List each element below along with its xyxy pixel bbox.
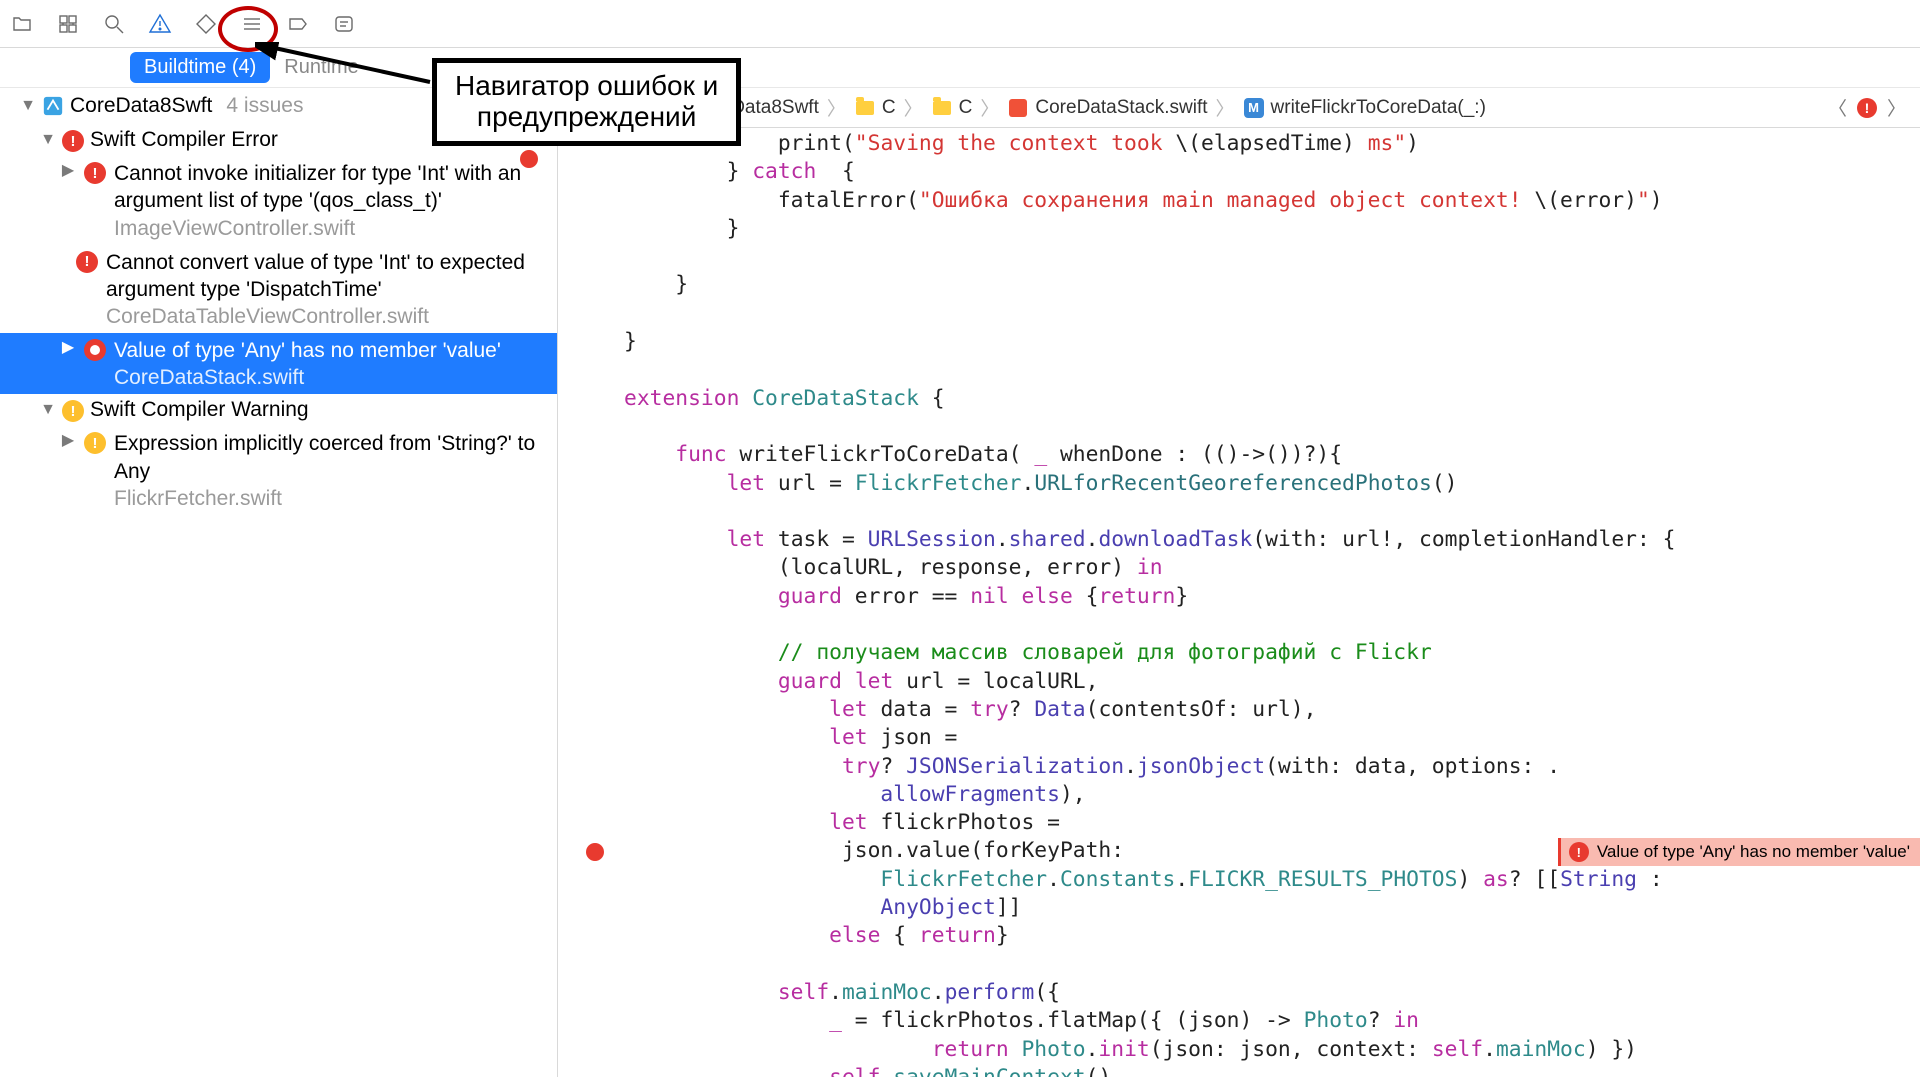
warning-icon: ! [62,400,84,422]
prev-issue-button[interactable]: 〈 [1824,94,1851,121]
xcode-project-icon [42,95,64,117]
gutter-error-dot[interactable] [586,843,604,861]
issue-row[interactable]: ▶ ! Cannot invoke initializer for type '… [0,156,557,245]
method-icon: M [1243,97,1265,119]
issue-file: CoreDataTableViewController.swift [106,305,549,329]
error-icon: ! [1569,842,1589,862]
source-control-nav-icon[interactable] [56,12,80,36]
scope-buildtime[interactable]: Buildtime (4) [130,52,270,83]
report-nav-icon[interactable] [332,12,356,36]
scope-runtime[interactable]: Runtime [284,56,358,79]
warning-group-title: Swift Compiler Warning [90,398,309,422]
issue-row[interactable]: ! Cannot convert value of type 'Int' to … [0,245,557,334]
error-icon: ! [76,251,98,273]
chevron-down-icon[interactable]: ▼ [20,97,36,115]
related-items-icon[interactable] [568,97,590,119]
project-icon [662,97,684,119]
debug-nav-icon[interactable] [240,12,264,36]
folder-icon [931,97,953,119]
jb-file[interactable]: CoreDataStack.swift [1035,97,1207,119]
chevron-right-icon: 〉 [904,94,923,121]
find-nav-icon[interactable] [102,12,126,36]
swift-file-icon [1007,97,1029,119]
inline-error-banner[interactable]: ! Value of type 'Any' has no member 'val… [1558,838,1920,866]
issue-file: CoreDataStack.swift [114,366,549,390]
project-nav-icon[interactable] [10,12,34,36]
issue-nav-icon[interactable] [148,12,172,36]
issue-row[interactable]: ▶ ! Expression implicitly coerced from '… [0,426,557,515]
jb-method[interactable]: writeFlickrToCoreData(_:) [1271,97,1486,119]
chevron-right-icon[interactable]: ▶ [60,160,76,180]
chevron-down-icon[interactable]: ▼ [40,131,56,149]
chevron-right-icon[interactable]: ▶ [60,430,76,450]
jump-bar: 〈 〉 CoreData8Swft 〉 C 〉 C 〉 CoreDataStac… [558,88,1920,128]
jb-folder1[interactable]: C [882,97,896,119]
inline-error-text: Value of type 'Any' has no member 'value… [1597,842,1910,862]
scope-bar: Buildtime (4) Runtime [0,48,1920,88]
project-row[interactable]: ▼ CoreData8Swft 4 issues [0,88,557,124]
breakpoint-nav-icon[interactable] [286,12,310,36]
issue-message: Expression implicitly coerced from 'Stri… [114,430,549,485]
issue-file: FlickrFetcher.swift [114,487,549,511]
issue-navigator: ▼ CoreData8Swft 4 issues ▼ ! Swift Compi… [0,88,558,1077]
project-issue-count: 4 issues [226,94,303,118]
chevron-right-icon[interactable]: ▶ [60,337,76,357]
issue-row-selected[interactable]: ▶ Value of type 'Any' has no member 'val… [0,333,557,394]
navigator-toolbar [0,0,1920,48]
warning-icon: ! [84,432,106,454]
folder-icon [854,97,876,119]
error-group-title: Swift Compiler Error [90,128,278,152]
back-button[interactable]: 〈 [596,94,623,121]
chevron-right-icon: 〉 [1216,94,1235,121]
editor-area: 〈 〉 CoreData8Swft 〉 C 〉 C 〉 CoreDataStac… [558,88,1920,1077]
project-name: CoreData8Swft [70,94,212,118]
error-icon: ! [84,162,106,184]
issue-file: ImageViewController.swift [114,217,549,241]
chevron-right-icon: 〉 [827,94,846,121]
issue-message: Cannot invoke initializer for type 'Int'… [114,160,549,215]
code-editor[interactable]: ! Value of type 'Any' has no member 'val… [558,128,1920,1077]
next-issue-button[interactable]: 〉 [1883,94,1910,121]
source-code: print("Saving the context took \(elapsed… [558,128,1920,1077]
forward-button[interactable]: 〉 [629,94,656,121]
error-badge-icon[interactable]: ! [1857,98,1877,118]
jb-folder2[interactable]: C [959,97,973,119]
issue-message: Cannot convert value of type 'Int' to ex… [106,249,549,304]
chevron-right-icon: 〉 [980,94,999,121]
jb-project[interactable]: CoreData8Swft [690,97,819,119]
error-icon: ! [62,130,84,152]
chevron-down-icon[interactable]: ▼ [40,401,56,419]
issue-message: Value of type 'Any' has no member 'value… [114,337,549,364]
error-stop-icon [84,339,106,361]
test-nav-icon[interactable] [194,12,218,36]
error-group-row[interactable]: ▼ ! Swift Compiler Error [0,124,557,156]
warning-group-row[interactable]: ▼ ! Swift Compiler Warning [0,394,557,426]
